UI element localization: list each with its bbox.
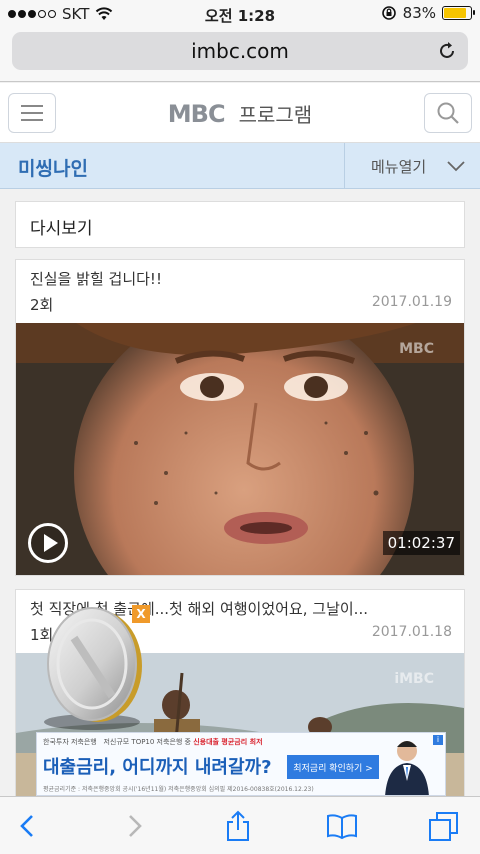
coin-ad-icon[interactable] <box>36 604 146 732</box>
bookmarks-icon[interactable] <box>326 810 358 842</box>
replay-section-header: 다시보기 <box>15 201 465 248</box>
channel-watermark: MBC <box>399 341 434 357</box>
browser-toolbar <box>0 796 480 854</box>
ad-disclaimer: 평균금리기준 : 저축은행중앙회 공시('16년11월) 저축은행중앙회 심의필… <box>43 786 314 793</box>
site-header: MBC 프로그램 <box>0 83 480 143</box>
ad-model-image <box>385 741 429 795</box>
battery-percent: 83% <box>402 4 436 22</box>
brand[interactable]: MBC 프로그램 <box>0 99 480 128</box>
section-title: 프로그램 <box>238 103 313 127</box>
share-icon[interactable] <box>222 810 254 842</box>
tabs-icon[interactable] <box>428 810 460 842</box>
forward-icon[interactable] <box>118 810 150 842</box>
chevron-down-icon <box>447 161 465 172</box>
battery-level-fill <box>444 8 466 18</box>
program-nav: 미씽나인 메뉴열기 <box>0 143 480 189</box>
ad-advertiser: 한국투자 저축은행 <box>43 738 97 746</box>
play-icon[interactable] <box>28 523 68 563</box>
search-button[interactable] <box>424 93 472 133</box>
url-text: imbc.com <box>191 39 289 63</box>
ad-highlight: 신용대출 평균금리 최저 <box>193 738 263 746</box>
mbc-logo[interactable]: MBC <box>168 100 226 128</box>
battery-icon <box>442 6 475 20</box>
browser-address-area: imbc.com <box>0 28 480 82</box>
rotation-lock-icon <box>381 6 396 20</box>
reload-icon[interactable] <box>436 40 458 62</box>
episode-date: 2017.01.19 <box>371 294 452 310</box>
ad-top-line: 한국투자 저축은행 저신규모 TOP10 저축은행 중 신용대출 평균금리 최저 <box>43 737 263 747</box>
episode-thumbnail[interactable]: MBC 01:02:37 <box>16 323 464 575</box>
program-name[interactable]: 미씽나인 <box>18 154 88 181</box>
replay-section-title: 다시보기 <box>30 219 93 239</box>
battery-area: 83% <box>381 4 475 22</box>
channel-watermark: iMBC <box>394 671 434 687</box>
episode-number: 2회 <box>30 296 54 314</box>
open-menu-label: 메뉴열기 <box>371 157 427 176</box>
episode-card[interactable]: 진실을 밝힐 겁니다!! 2회 2017.01.19 MBC 01:02:37 <box>15 259 465 576</box>
status-bar: SKT 오전 1:28 83% <box>0 0 480 28</box>
episode-title[interactable]: 진실을 밝힐 겁니다!! <box>30 268 450 289</box>
open-menu-button[interactable]: 메뉴열기 <box>344 143 480 189</box>
video-duration: 01:02:37 <box>382 531 460 555</box>
close-ad-button[interactable]: X <box>132 605 150 623</box>
ad-subtitle: 저신규모 TOP10 저축은행 중 <box>103 738 191 746</box>
back-icon[interactable] <box>12 810 44 842</box>
address-bar[interactable]: imbc.com <box>12 32 468 70</box>
banner-ad[interactable]: 한국투자 저축은행 저신규모 TOP10 저축은행 중 신용대출 평균금리 최저… <box>36 732 446 796</box>
ad-headline: 대출금리, 어디까지 내려갈까? <box>43 757 272 778</box>
ad-cta-button[interactable]: 최저금리 확인하기 > <box>287 755 379 779</box>
episode-date: 2017.01.18 <box>371 624 452 640</box>
ad-info-icon[interactable]: i <box>433 735 443 745</box>
search-icon <box>437 102 459 124</box>
